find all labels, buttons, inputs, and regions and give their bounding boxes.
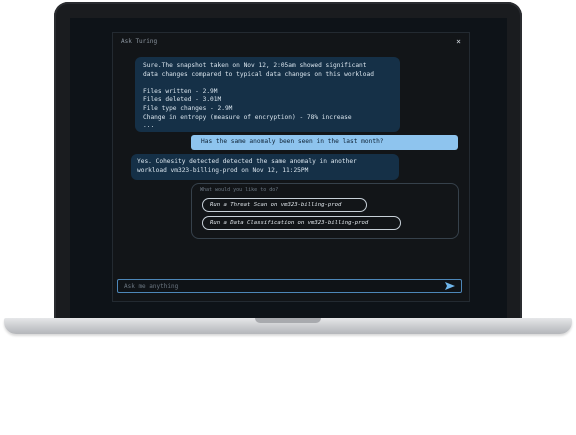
chat-input-box: [117, 279, 462, 293]
chat-window: Ask Turing × Sure.The snapshot taken on …: [112, 32, 470, 302]
chat-header: Ask Turing ×: [113, 33, 469, 49]
assistant-message: Sure.The snapshot taken on Nov 12, 2:05a…: [135, 57, 400, 132]
assistant-message: Yes. Cohesity detected detected the same…: [131, 154, 399, 180]
close-icon[interactable]: ×: [456, 37, 461, 46]
data-classification-button[interactable]: Run a Data Classification on vm323-billi…: [202, 216, 401, 230]
laptop-notch: [255, 318, 321, 323]
suggested-actions-title: What would you like to do?: [200, 187, 279, 193]
send-icon[interactable]: [445, 282, 455, 290]
chat-input[interactable]: [124, 280, 445, 292]
threat-scan-button[interactable]: Run a Threat Scan on vm323-billing-prod: [202, 198, 367, 212]
user-message: Has the same anomaly been seen in the la…: [191, 135, 458, 150]
suggested-actions-panel: What would you like to do? Run a Threat …: [191, 183, 459, 239]
chat-title: Ask Turing: [121, 37, 158, 45]
